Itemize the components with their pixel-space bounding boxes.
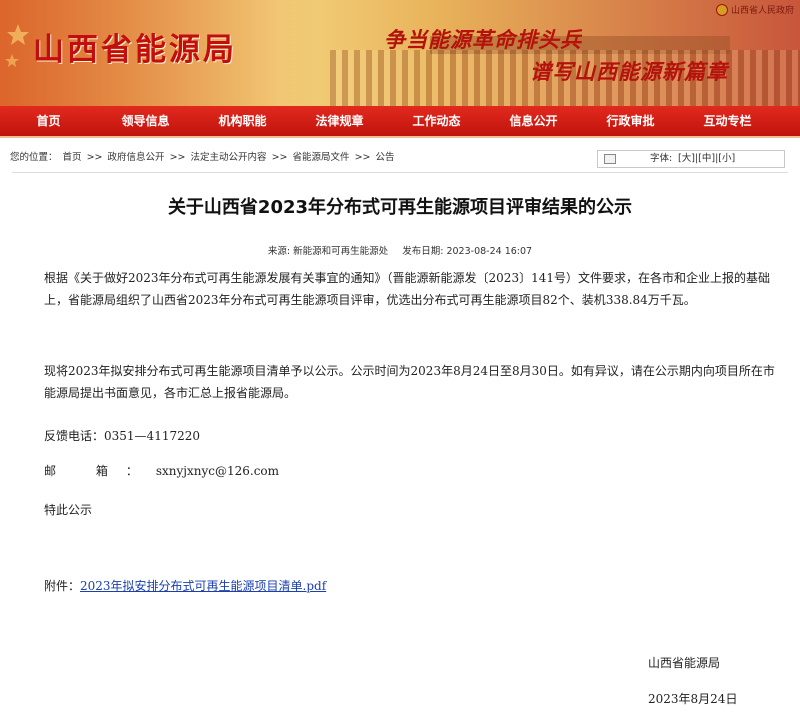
slogan-line-1: 争当能源革命排头兵 <box>384 27 582 52</box>
breadcrumb-notice[interactable]: 公告 <box>376 152 395 163</box>
attachment-label: 附件： <box>44 579 81 593</box>
paragraph-1-text: 根据《关于做好2023年分布式可再生能源发展有关事宜的通知》（晋能源新能源发〔2… <box>44 271 770 307</box>
font-size-small[interactable]: 小 <box>722 153 732 164</box>
divider <box>12 172 788 173</box>
paragraph-2-text: 现将2023年拟安排分布式可再生能源项目清单予以公示。公示时间为2023年8月2… <box>44 364 775 400</box>
feedback-email: 邮 箱：sxnyjxnyc@126.com <box>44 462 279 479</box>
breadcrumb-gov-info[interactable]: 政府信息公开 <box>108 152 165 163</box>
paragraph-1: 根据《关于做好2023年分布式可再生能源发展有关事宜的通知》（晋能源新能源发〔2… <box>44 267 784 311</box>
email-label: 邮 箱： <box>44 464 156 478</box>
breadcrumb-bureau-files[interactable]: 省能源局文件 <box>293 152 350 163</box>
nav-item-home[interactable]: 首页 <box>0 106 97 136</box>
signature: 山西省能源局 <box>648 656 721 670</box>
breadcrumb-prefix: 您的位置： <box>10 152 58 163</box>
attachment-link[interactable]: 2023年拟安排分布式可再生能源项目清单.pdf <box>80 579 326 593</box>
phone-value: 0351—4117220 <box>104 429 200 443</box>
font-size-large[interactable]: 大 <box>682 153 692 164</box>
national-emblem-icon <box>715 3 728 16</box>
font-size-selector: 字体: [大]|[中]|[小] <box>597 150 785 168</box>
date-value: 2023-08-24 16:07 <box>446 246 533 257</box>
font-size-medium[interactable]: 中 <box>702 153 712 164</box>
email-value[interactable]: sxnyjxnyc@126.com <box>156 464 279 478</box>
nav-item-news[interactable]: 工作动态 <box>388 106 485 136</box>
breadcrumb-separator: >> <box>169 152 186 163</box>
source-label: 来源: <box>267 246 291 257</box>
font-size-options: [大]|[中]|[小] <box>678 153 736 164</box>
nav-item-organization[interactable]: 机构职能 <box>194 106 291 136</box>
nav-item-leadership[interactable]: 领导信息 <box>97 106 194 136</box>
breadcrumb-separator: >> <box>86 152 103 163</box>
article-title: 关于山西省2023年分布式可再生能源项目评审结果的公示 <box>167 197 633 218</box>
site-title[interactable]: 山西省能源局 <box>33 24 237 69</box>
breadcrumb-separator: >> <box>354 152 371 163</box>
source-value: 新能源和可再生能源处 <box>293 246 389 257</box>
slogan-line-2: 谱写山西能源新篇章 <box>530 59 728 84</box>
header-banner: 山西省能源局 争当能源革命排头兵 谱写山西能源新篇章 山西省人民政府 <box>0 0 800 106</box>
article-meta: 来源: 新能源和可再生能源处 发布日期: 2023-08-24 16:07 <box>0 243 800 257</box>
main-nav: 首页 领导信息 机构职能 法律规章 工作动态 信息公开 行政审批 互动专栏 <box>0 106 800 138</box>
gov-portal-label: 山西省人民政府 <box>730 6 794 16</box>
nav-item-regulations[interactable]: 法律规章 <box>291 106 388 136</box>
feedback-phone: 反馈电话：0351—4117220 <box>44 427 200 444</box>
sign-date: 2023年8月24日 <box>648 692 738 706</box>
nav-item-approval[interactable]: 行政审批 <box>582 106 679 136</box>
font-size-label: 字体: <box>650 153 673 164</box>
breadcrumb-separator: >> <box>271 152 288 163</box>
nav-item-disclosure[interactable]: 信息公开 <box>485 106 582 136</box>
closing-text: 特此公示 <box>44 503 93 517</box>
breadcrumb-statutory[interactable]: 法定主动公开内容 <box>191 152 267 163</box>
gov-portal-link[interactable]: 山西省人民政府 <box>715 3 794 16</box>
attachment: 附件：2023年拟安排分布式可再生能源项目清单.pdf <box>44 577 326 594</box>
nav-item-interaction[interactable]: 互动专栏 <box>679 106 776 136</box>
date-label: 发布日期: <box>402 246 444 257</box>
paragraph-2: 现将2023年拟安排分布式可再生能源项目清单予以公示。公示时间为2023年8月2… <box>44 360 784 404</box>
breadcrumb-home[interactable]: 首页 <box>63 152 82 163</box>
phone-label: 反馈电话： <box>44 429 105 443</box>
print-icon[interactable] <box>604 154 616 164</box>
